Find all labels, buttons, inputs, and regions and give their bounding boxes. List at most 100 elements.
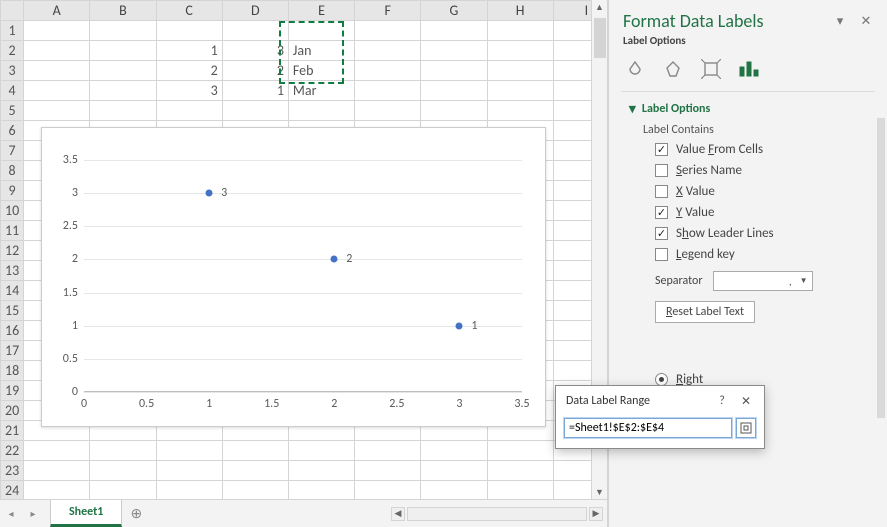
cell-H23[interactable] bbox=[487, 461, 553, 481]
worksheet-grid[interactable]: ABCDEFGHI1213Jan322Feb431Mar567891011121… bbox=[0, 0, 607, 499]
cell-G4[interactable] bbox=[421, 81, 487, 101]
cell-A1[interactable] bbox=[24, 21, 90, 41]
cell-E2[interactable]: Jan bbox=[288, 41, 354, 61]
row-header-2[interactable]: 2 bbox=[1, 41, 24, 61]
row-header-4[interactable]: 4 bbox=[1, 81, 24, 101]
tab-nav-last-icon[interactable]: ▸ bbox=[22, 500, 44, 527]
cell-C24[interactable] bbox=[156, 481, 222, 500]
row-header-13[interactable]: 13 bbox=[1, 261, 24, 281]
select-all-corner[interactable] bbox=[1, 1, 24, 21]
cell-B3[interactable] bbox=[90, 61, 156, 81]
checkbox-icon[interactable] bbox=[655, 227, 668, 240]
column-header-E[interactable]: E bbox=[288, 1, 354, 21]
row-header-1[interactable]: 1 bbox=[1, 21, 24, 41]
cell-F1[interactable] bbox=[355, 21, 421, 41]
column-header-D[interactable]: D bbox=[222, 1, 288, 21]
fill-line-tab-icon[interactable] bbox=[623, 57, 647, 81]
cell-E3[interactable]: Feb bbox=[288, 61, 354, 81]
cell-D23[interactable] bbox=[222, 461, 288, 481]
row-header-21[interactable]: 21 bbox=[1, 421, 24, 441]
data-point[interactable] bbox=[206, 190, 213, 197]
data-point[interactable] bbox=[456, 322, 463, 329]
checkbox-show-leader-lines[interactable]: Show Leader Lines bbox=[629, 223, 873, 244]
cell-C4[interactable]: 3 bbox=[156, 81, 222, 101]
checkbox-icon[interactable] bbox=[655, 206, 668, 219]
embedded-chart[interactable]: 00.511.522.533.500.511.522.533.5321 bbox=[41, 127, 546, 427]
cell-E4[interactable]: Mar bbox=[288, 81, 354, 101]
sheet-tab-active[interactable]: Sheet1 bbox=[50, 500, 122, 527]
size-properties-tab-icon[interactable] bbox=[699, 57, 723, 81]
row-header-23[interactable]: 23 bbox=[1, 461, 24, 481]
pane-subtitle[interactable]: Label Options bbox=[609, 34, 887, 53]
cell-A4[interactable] bbox=[24, 81, 90, 101]
cell-F23[interactable] bbox=[355, 461, 421, 481]
cell-E23[interactable] bbox=[288, 461, 354, 481]
cell-F3[interactable] bbox=[355, 61, 421, 81]
cell-D5[interactable] bbox=[222, 101, 288, 121]
label-options-tab-icon[interactable] bbox=[737, 57, 761, 81]
hscroll-track[interactable] bbox=[407, 507, 587, 521]
scroll-down-arrow-icon[interactable]: ▼ bbox=[593, 485, 607, 499]
hscroll-left-arrow-icon[interactable]: ◀ bbox=[391, 507, 405, 521]
row-header-6[interactable]: 6 bbox=[1, 121, 24, 141]
cell-G2[interactable] bbox=[421, 41, 487, 61]
effects-tab-icon[interactable] bbox=[661, 57, 685, 81]
cell-C3[interactable]: 2 bbox=[156, 61, 222, 81]
cell-H1[interactable] bbox=[487, 21, 553, 41]
cell-C1[interactable] bbox=[156, 21, 222, 41]
cell-A24[interactable] bbox=[24, 481, 90, 500]
checkbox-value-from-cells[interactable]: Value From Cells bbox=[629, 139, 873, 160]
cell-D1[interactable] bbox=[222, 21, 288, 41]
column-header-A[interactable]: A bbox=[24, 1, 90, 21]
cell-E5[interactable] bbox=[288, 101, 354, 121]
row-header-14[interactable]: 14 bbox=[1, 281, 24, 301]
row-header-11[interactable]: 11 bbox=[1, 221, 24, 241]
checkbox-icon[interactable] bbox=[655, 248, 668, 261]
data-label[interactable]: 1 bbox=[471, 319, 477, 333]
cell-F4[interactable] bbox=[355, 81, 421, 101]
data-label-range-dialog[interactable]: Data Label Range ? ✕ bbox=[555, 385, 765, 449]
data-label[interactable]: 2 bbox=[346, 252, 352, 266]
cell-C23[interactable] bbox=[156, 461, 222, 481]
cell-F5[interactable] bbox=[355, 101, 421, 121]
scroll-up-arrow-icon[interactable]: ▲ bbox=[593, 0, 607, 14]
pane-options-dropdown-icon[interactable]: ▾ bbox=[831, 12, 849, 30]
checkbox-icon[interactable] bbox=[655, 143, 668, 156]
cell-F22[interactable] bbox=[355, 441, 421, 461]
row-header-18[interactable]: 18 bbox=[1, 361, 24, 381]
column-header-H[interactable]: H bbox=[487, 1, 553, 21]
cell-G3[interactable] bbox=[421, 61, 487, 81]
checkbox-legend-key[interactable]: Legend key bbox=[629, 244, 873, 265]
cell-H24[interactable] bbox=[487, 481, 553, 500]
cell-B22[interactable] bbox=[90, 441, 156, 461]
pane-vertical-scrollbar[interactable] bbox=[873, 118, 887, 527]
row-header-10[interactable]: 10 bbox=[1, 201, 24, 221]
row-header-19[interactable]: 19 bbox=[1, 381, 24, 401]
cell-D2[interactable]: 3 bbox=[222, 41, 288, 61]
tab-nav-first-icon[interactable]: ◂ bbox=[0, 500, 22, 527]
cell-C5[interactable] bbox=[156, 101, 222, 121]
row-header-7[interactable]: 7 bbox=[1, 141, 24, 161]
cell-G5[interactable] bbox=[421, 101, 487, 121]
data-point[interactable] bbox=[331, 256, 338, 263]
cell-H4[interactable] bbox=[487, 81, 553, 101]
cell-F24[interactable] bbox=[355, 481, 421, 500]
column-header-C[interactable]: C bbox=[156, 1, 222, 21]
cell-B24[interactable] bbox=[90, 481, 156, 500]
cell-E22[interactable] bbox=[288, 441, 354, 461]
pane-close-icon[interactable]: ✕ bbox=[857, 12, 875, 30]
cell-H2[interactable] bbox=[487, 41, 553, 61]
row-header-22[interactable]: 22 bbox=[1, 441, 24, 461]
new-sheet-button[interactable]: ⊕ bbox=[122, 500, 150, 527]
row-header-17[interactable]: 17 bbox=[1, 341, 24, 361]
row-header-9[interactable]: 9 bbox=[1, 181, 24, 201]
cell-D22[interactable] bbox=[222, 441, 288, 461]
column-header-F[interactable]: F bbox=[355, 1, 421, 21]
cell-B5[interactable] bbox=[90, 101, 156, 121]
cell-B2[interactable] bbox=[90, 41, 156, 61]
row-header-15[interactable]: 15 bbox=[1, 301, 24, 321]
checkbox-series-name[interactable]: Series Name bbox=[629, 160, 873, 181]
cell-H5[interactable] bbox=[487, 101, 553, 121]
cell-B1[interactable] bbox=[90, 21, 156, 41]
cell-C22[interactable] bbox=[156, 441, 222, 461]
